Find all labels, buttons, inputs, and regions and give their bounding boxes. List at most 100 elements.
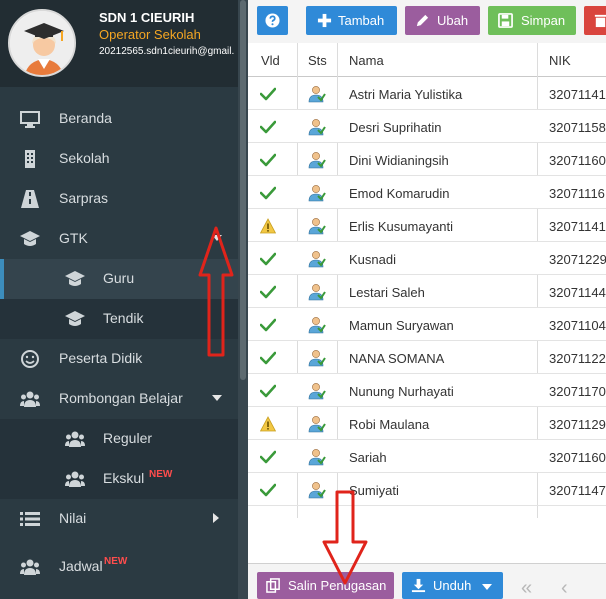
sidebar-item-label: Sekolah xyxy=(59,150,110,166)
graduation-cap-icon xyxy=(20,231,40,246)
table-row[interactable]: Sariah 32071160 xyxy=(248,440,606,473)
nik-cell: 32071129 xyxy=(549,417,606,432)
sidebar-item-rombongan-belajar[interactable]: Rombongan Belajar xyxy=(0,379,238,419)
user-profile: SDN 1 CIEURIH Operator Sekolah 20212565.… xyxy=(0,0,238,87)
warning-icon xyxy=(259,416,277,432)
table-row[interactable]: Emod Komarudin 32071116 xyxy=(248,176,606,209)
sidebar-scrollbar-thumb[interactable] xyxy=(240,0,246,380)
sidebar-item-label: Nilai xyxy=(59,510,87,526)
sidebar-item-reguler[interactable]: Reguler xyxy=(0,419,238,459)
unduh-label: Unduh xyxy=(433,578,472,593)
ubah-button[interactable]: Ubah xyxy=(405,6,480,35)
nik-cell: 32071116 xyxy=(549,186,605,201)
app-window: SDN 1 CIEURIH Operator Sekolah 20212565.… xyxy=(0,0,606,599)
check-icon xyxy=(259,449,277,465)
nik-cell: 32071141 xyxy=(549,87,606,102)
question-circle-icon xyxy=(265,13,280,28)
sidebar-item-label: Reguler xyxy=(103,430,153,446)
users-icon xyxy=(20,559,40,575)
column-header-sts[interactable]: Sts xyxy=(308,53,327,68)
hapus-button[interactable] xyxy=(584,6,606,35)
help-button[interactable] xyxy=(257,6,288,35)
building-icon xyxy=(25,150,35,168)
user-status-icon xyxy=(308,151,326,169)
users-icon xyxy=(20,391,40,407)
check-icon xyxy=(259,86,277,102)
sidebar-item-label: Jadwal xyxy=(59,558,103,574)
download-icon xyxy=(411,578,426,593)
table-row[interactable]: Robi Maulana 32071129 xyxy=(248,407,606,440)
unduh-button[interactable]: Unduh xyxy=(402,572,503,599)
toolbar: Tambah Ubah Simpan xyxy=(248,0,606,43)
ubah-label: Ubah xyxy=(437,13,469,28)
simpan-button[interactable]: Simpan xyxy=(488,6,576,35)
check-icon xyxy=(259,383,277,399)
sidebar-item-label: Guru xyxy=(103,270,135,286)
sidebar-item-beranda[interactable]: Beranda xyxy=(0,99,238,139)
table-row[interactable]: Astri Maria Yulistika 32071141 xyxy=(248,77,606,110)
smile-icon xyxy=(21,350,39,368)
bottom-toolbar: Salin Penugasan Unduh « ‹ xyxy=(248,563,606,599)
sidebar-item-sarpras[interactable]: Sarpras xyxy=(0,179,238,219)
nama-cell: Nunung Nurhayati xyxy=(349,384,454,399)
monitor-icon xyxy=(20,111,40,128)
sidebar-item-jadwal[interactable]: Jadwal NEW xyxy=(0,547,238,587)
nik-cell: 32071160 xyxy=(549,450,606,465)
nama-cell: NANA SOMANA xyxy=(349,351,445,366)
new-badge: NEW xyxy=(104,556,128,567)
table-row[interactable]: Desri Suprihatin 32071158 xyxy=(248,110,606,143)
user-status-icon xyxy=(308,316,326,334)
table-row[interactable]: Sumiyati 32071147 xyxy=(248,473,606,506)
sidebar-item-nilai[interactable]: Nilai xyxy=(0,499,238,539)
sidebar-item-label: Rombongan Belajar xyxy=(59,390,183,406)
nik-cell: 32071104 xyxy=(549,318,606,333)
nama-cell: Desri Suprihatin xyxy=(349,120,442,135)
table-row[interactable]: Lestari Saleh 32071144 xyxy=(248,275,606,308)
sidebar-item-label: Ekskul xyxy=(103,470,145,486)
table-row[interactable]: Kusnadi 32071229 xyxy=(248,242,606,275)
user-status-icon xyxy=(308,349,326,367)
column-header-nama[interactable]: Nama xyxy=(349,53,384,68)
trash-icon xyxy=(594,14,606,28)
nik-cell: 32071144 xyxy=(549,285,606,300)
tambah-button[interactable]: Tambah xyxy=(306,6,397,35)
annotation-arrow-up-icon xyxy=(198,226,234,357)
user-status-icon xyxy=(308,250,326,268)
user-status-icon xyxy=(308,448,326,466)
table-row[interactable]: Nunung Nurhayati 32071170 xyxy=(248,374,606,407)
column-header-nik[interactable]: NIK xyxy=(549,53,571,68)
avatar[interactable] xyxy=(8,9,76,77)
sidebar-item-ekskul[interactable]: Ekskul NEW xyxy=(0,459,238,499)
sidebar-item-sekolah[interactable]: Sekolah xyxy=(0,139,238,179)
user-email: 20212565.sdn1cieurih@gmail. xyxy=(99,46,235,57)
user-status-icon xyxy=(308,217,326,235)
simpan-label: Simpan xyxy=(521,13,566,28)
user-status-icon xyxy=(308,283,326,301)
table-row[interactable]: Erlis Kusumayanti 32071141 xyxy=(248,209,606,242)
sidebar-item-label: GTK xyxy=(59,230,88,246)
users-icon xyxy=(65,431,85,447)
check-icon xyxy=(259,350,277,366)
nama-cell: Mamun Suryawan xyxy=(349,318,454,333)
table-row[interactable]: NANA SOMANA 32071122 xyxy=(248,341,606,374)
graduate-avatar-icon xyxy=(10,11,74,75)
table-row[interactable]: Mamun Suryawan 32071104 xyxy=(248,308,606,341)
nama-cell: Astri Maria Yulistika xyxy=(349,87,463,102)
table-row[interactable]: Dini Widianingsih 32071160 xyxy=(248,143,606,176)
graduation-cap-icon xyxy=(65,311,85,326)
nik-cell: 32071122 xyxy=(549,351,606,366)
previous-page-icon[interactable]: ‹ xyxy=(561,578,568,598)
users-icon xyxy=(65,471,85,487)
first-page-icon[interactable]: « xyxy=(521,578,532,598)
column-header-vld[interactable]: Vld xyxy=(261,53,280,68)
chevron-right-icon xyxy=(213,513,219,523)
nama-cell: Dini Widianingsih xyxy=(349,153,449,168)
check-icon xyxy=(259,482,277,498)
chevron-down-icon xyxy=(482,584,492,590)
check-icon xyxy=(259,317,277,333)
sidebar-item-label: Peserta Didik xyxy=(59,350,143,366)
user-status-icon xyxy=(308,184,326,202)
nama-cell: Emod Komarudin xyxy=(349,186,450,201)
sidebar-item-label: Sarpras xyxy=(59,190,109,206)
new-badge: NEW xyxy=(149,469,173,480)
